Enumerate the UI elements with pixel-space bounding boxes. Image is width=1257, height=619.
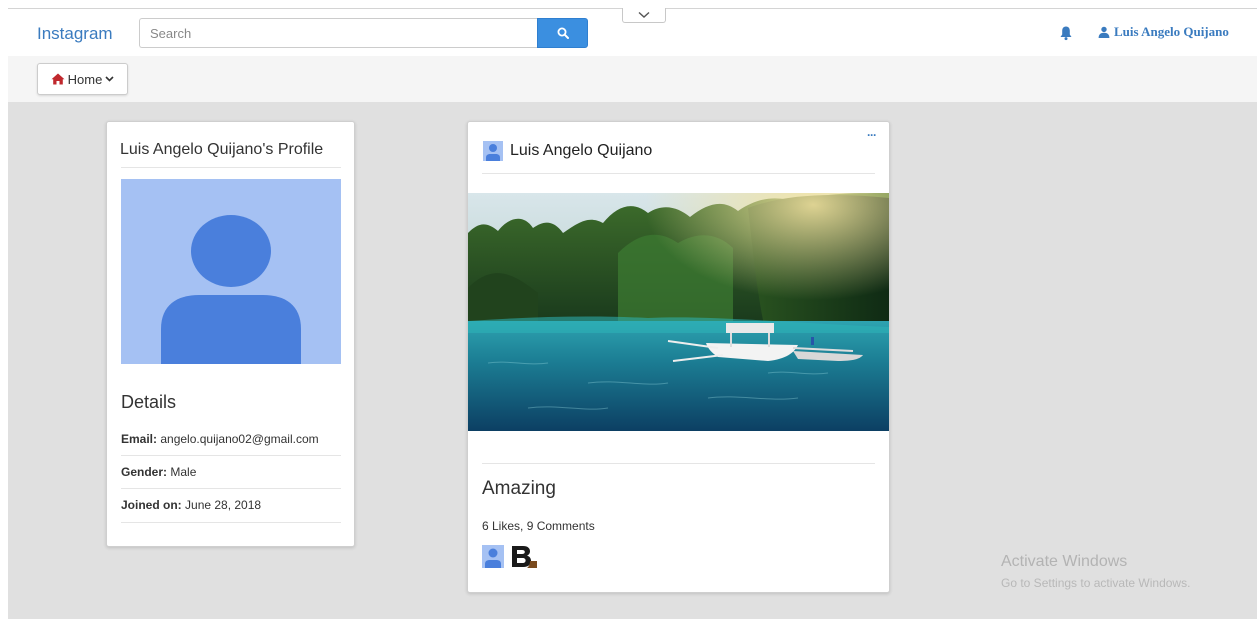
user-icon: [1098, 26, 1110, 38]
post-options-button[interactable]: ···: [867, 128, 877, 142]
profile-avatar: [121, 179, 341, 364]
top-navbar: Instagram Luis Angelo Qui: [8, 8, 1257, 56]
divider: [482, 463, 875, 464]
divider: [121, 167, 341, 168]
divider: [121, 488, 341, 489]
search-input[interactable]: [139, 18, 537, 48]
search-icon: [557, 27, 569, 39]
detail-value: June 28, 2018: [185, 498, 262, 512]
letter-b-logo-icon: [510, 545, 537, 568]
detail-value: angelo.quijano02@gmail.com: [160, 432, 319, 446]
search-form: [139, 18, 588, 48]
post-caption: Amazing: [482, 478, 556, 499]
divider: [121, 522, 341, 523]
detail-label: Gender:: [121, 465, 168, 479]
detail-email: Email: angelo.quijano02@gmail.com: [121, 432, 319, 446]
details-heading: Details: [121, 392, 177, 412]
post-author-name[interactable]: Luis Angelo Quijano: [510, 142, 652, 160]
user-avatar-icon: [485, 548, 501, 568]
post-image[interactable]: [468, 193, 889, 431]
home-label: Home: [67, 71, 103, 87]
user-avatar-icon: [486, 144, 500, 161]
divider: [482, 173, 875, 174]
detail-value: Male: [170, 465, 197, 479]
user-menu-link[interactable]: Luis Angelo Quijano: [1098, 24, 1229, 40]
search-button[interactable]: [537, 18, 588, 48]
user-name: Luis Angelo Quijano: [1114, 24, 1229, 39]
activation-watermark-title: Activate Windows: [1001, 553, 1128, 570]
post-stats[interactable]: 6 Likes, 9 Comments: [482, 519, 595, 533]
lagoon-photo: [468, 193, 889, 431]
home-dropdown-button[interactable]: Home: [37, 63, 128, 95]
content-area: Luis Angelo Quijano's Profile Details Em…: [8, 102, 1257, 619]
detail-joined: Joined on: June 28, 2018: [121, 498, 261, 512]
profile-card: Luis Angelo Quijano's Profile Details Em…: [106, 121, 355, 547]
collapse-toggle[interactable]: [622, 8, 666, 23]
detail-label: Joined on:: [121, 498, 182, 512]
page: Instagram Luis Angelo Qui: [0, 0, 1257, 619]
detail-label: Email:: [121, 432, 158, 446]
activation-watermark-subtitle: Go to Settings to activate Windows.: [1001, 576, 1191, 590]
divider: [121, 455, 341, 456]
brand-link[interactable]: Instagram: [37, 24, 113, 44]
liker-avatar-logo[interactable]: [510, 545, 537, 568]
user-avatar-icon: [161, 215, 301, 364]
liker-avatar[interactable]: [482, 545, 504, 568]
chevron-down-icon: [105, 76, 114, 82]
chevron-down-icon: [638, 11, 650, 18]
profile-title: Luis Angelo Quijano's Profile: [120, 141, 324, 158]
secondary-navbar: Home: [8, 56, 1257, 102]
post-card: Luis Angelo Quijano ··· Amazing 6 Likes,…: [467, 121, 890, 593]
bell-icon[interactable]: [1059, 25, 1073, 41]
detail-gender: Gender: Male: [121, 465, 196, 479]
home-icon: [51, 73, 65, 85]
post-author-avatar[interactable]: [483, 141, 503, 161]
